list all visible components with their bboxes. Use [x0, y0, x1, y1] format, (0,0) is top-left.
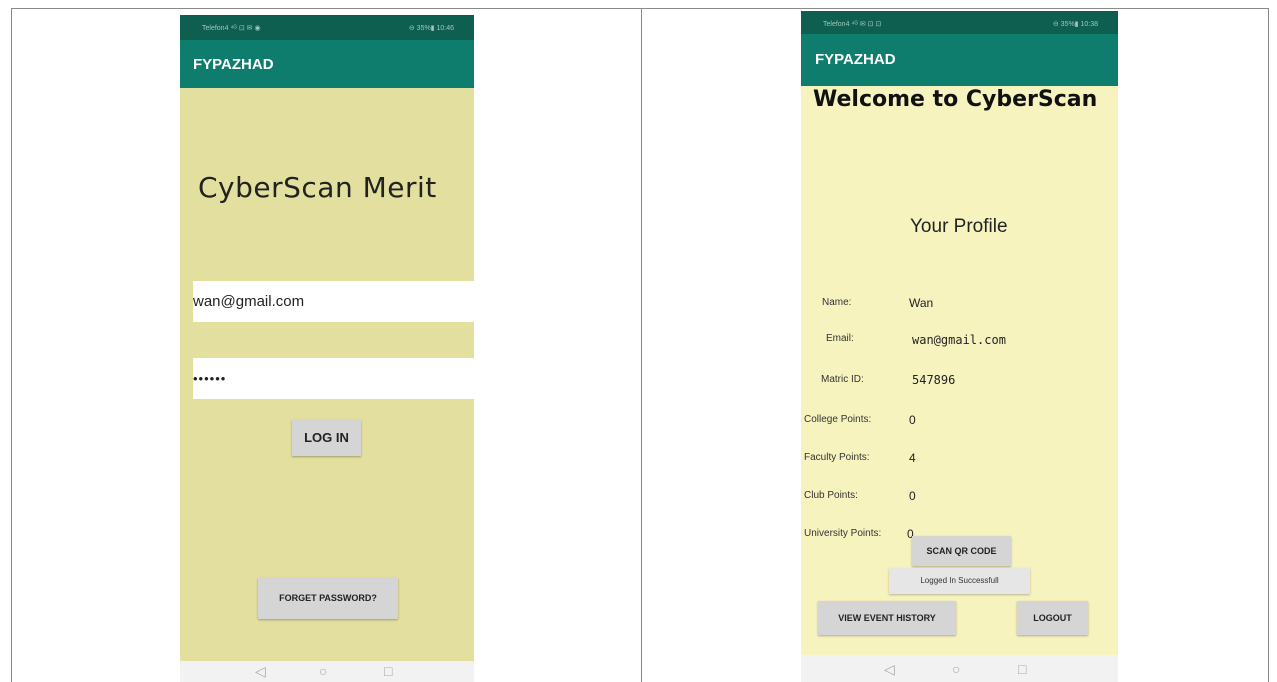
logout-button[interactable]: LOGOUT	[1017, 601, 1088, 635]
home-icon[interactable]: ○	[319, 664, 327, 678]
college-points-value: 0	[909, 413, 916, 427]
college-points-label: College Points:	[804, 414, 872, 425]
navigation-bar: ◁ ○ □	[180, 661, 474, 682]
profile-screen: Telefon4 ⁴ᴳ ✉ ⊡ ⊡ ⊖ 35%▮ 10:38 FYPAZHAD …	[801, 11, 1118, 682]
profile-heading: Your Profile	[910, 216, 1008, 237]
app-bar: FYPAZHAD	[801, 34, 1118, 86]
password-input[interactable]	[193, 358, 474, 399]
faculty-points-value: 4	[909, 451, 916, 465]
scan-qr-code-button[interactable]: SCAN QR CODE	[912, 536, 1011, 566]
welcome-heading: Welcome to CyberScan	[813, 87, 1098, 112]
app-title: FYPAZHAD	[193, 56, 274, 73]
email-label: Email:	[826, 333, 854, 344]
matric-id-value: 547896	[912, 373, 956, 387]
status-right-info: ⊖ 35%▮ 10:38	[1052, 21, 1098, 28]
status-bar: Telefon4 ⁴ᴳ ⊡ ✉ ◉ ⊖ 35%▮ 10:46	[180, 15, 474, 40]
brand-title: CyberScan Merit	[198, 171, 437, 204]
matric-id-label: Matric ID:	[821, 374, 864, 385]
login-screen: Telefon4 ⁴ᴳ ⊡ ✉ ◉ ⊖ 35%▮ 10:46 FYPAZHAD …	[180, 15, 474, 682]
status-right-info: ⊖ 35%▮ 10:46	[408, 25, 454, 32]
email-value: wan@gmail.com	[912, 333, 1006, 347]
profile-content: Welcome to CyberScan Your Profile Name: …	[801, 86, 1118, 655]
back-icon[interactable]: ◁	[255, 664, 266, 678]
home-icon[interactable]: ○	[952, 662, 960, 676]
view-event-history-button[interactable]: VIEW EVENT HISTORY	[818, 601, 956, 635]
university-points-label: University Points:	[804, 528, 882, 539]
status-bar: Telefon4 ⁴ᴳ ✉ ⊡ ⊡ ⊖ 35%▮ 10:38	[801, 11, 1118, 34]
name-label: Name:	[822, 297, 852, 308]
recents-icon[interactable]: □	[1018, 662, 1026, 676]
status-left-info: Telefon4 ⁴ᴳ ✉ ⊡ ⊡	[823, 21, 882, 28]
email-input[interactable]	[193, 281, 474, 322]
back-icon[interactable]: ◁	[884, 662, 895, 676]
figure-divider	[641, 8, 642, 682]
navigation-bar: ◁ ○ □	[801, 655, 1118, 682]
login-success-toast: Logged In Successfull	[889, 568, 1030, 594]
faculty-points-label: Faculty Points:	[804, 452, 870, 463]
app-title: FYPAZHAD	[815, 51, 896, 68]
login-button[interactable]: LOG IN	[292, 420, 361, 456]
club-points-value: 0	[909, 489, 916, 503]
forgot-password-button[interactable]: FORGET PASSWORD?	[258, 578, 398, 619]
recents-icon[interactable]: □	[384, 664, 392, 678]
club-points-label: Club Points:	[804, 490, 858, 501]
status-left-info: Telefon4 ⁴ᴳ ⊡ ✉ ◉	[202, 25, 261, 32]
name-value: Wan	[909, 296, 934, 310]
login-content: CyberScan Merit LOG IN FORGET PASSWORD?	[180, 88, 474, 661]
app-bar: FYPAZHAD	[180, 40, 474, 88]
